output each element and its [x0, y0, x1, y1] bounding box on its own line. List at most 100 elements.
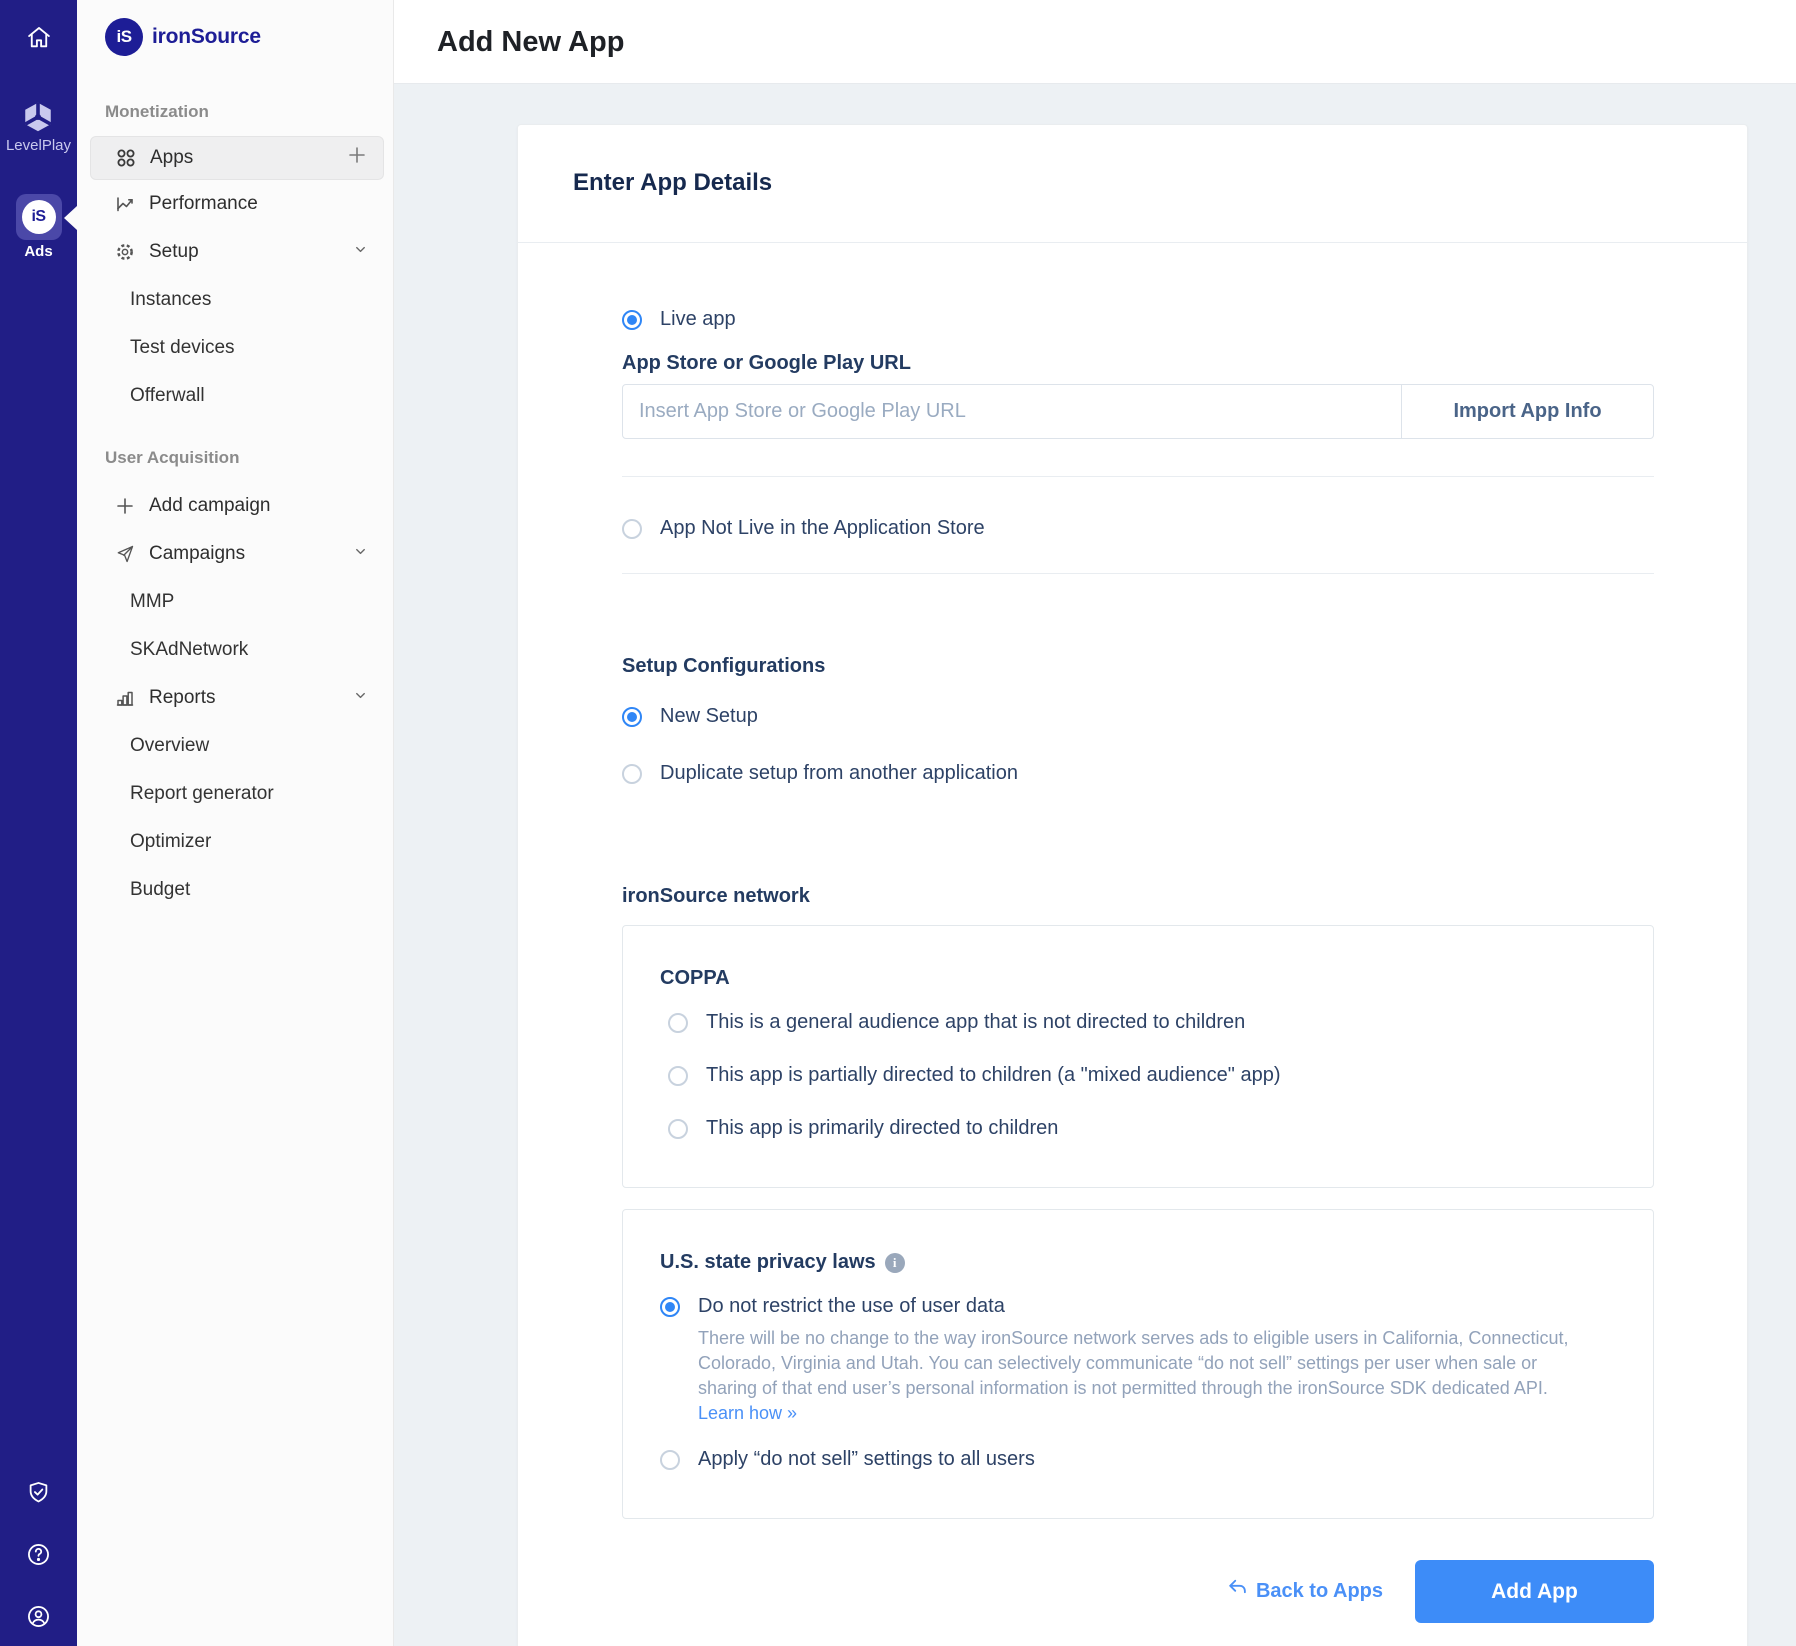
sidebar-item-report-generator[interactable]: Report generator: [77, 770, 393, 818]
rocket-icon: [115, 544, 135, 564]
coppa-option-label: This app is partially directed to childr…: [706, 1064, 1281, 1087]
page-title: Add New App: [394, 0, 1796, 84]
question-circle-icon: [25, 1541, 52, 1568]
sidebar-item-label: Budget: [130, 879, 190, 901]
sidebar-item-offerwall[interactable]: Offerwall: [77, 372, 393, 420]
radio-button-icon[interactable]: [660, 1450, 680, 1470]
coppa-mixed-audience-radio[interactable]: This app is partially directed to childr…: [660, 1064, 1593, 1087]
ironsource-logo: iS ironSource: [77, 0, 393, 56]
sidebar-item-label: Setup: [149, 241, 199, 263]
chevron-down-icon: [353, 687, 368, 709]
rail-home-button[interactable]: [25, 23, 53, 51]
radio-button-icon[interactable]: [622, 707, 642, 727]
radio-button-icon[interactable]: [668, 1013, 688, 1033]
app-not-live-label: App Not Live in the Application Store: [660, 517, 985, 540]
description-text: There will be no change to the way ironS…: [698, 1328, 1568, 1398]
learn-how-link[interactable]: Learn how »: [698, 1401, 797, 1426]
radio-button-icon[interactable]: [660, 1297, 680, 1317]
section-header-monetization: Monetization: [105, 102, 393, 122]
chevron-down-icon: [353, 543, 368, 565]
app-not-live-radio[interactable]: App Not Live in the Application Store: [622, 517, 1654, 540]
radio-button-icon[interactable]: [668, 1119, 688, 1139]
ironsource-network-title: ironSource network: [622, 885, 1654, 908]
sidebar-item-optimizer[interactable]: Optimizer: [77, 818, 393, 866]
sidebar-item-label: Overview: [130, 735, 209, 757]
sidebar-item-test-devices[interactable]: Test devices: [77, 324, 393, 372]
sidebar-item-skadnetwork[interactable]: SKAdNetwork: [77, 626, 393, 674]
sidebar-item-label: Optimizer: [130, 831, 211, 853]
sidebar-item-label: Add campaign: [149, 495, 270, 517]
enter-app-details-card: Enter App Details Live app App Store or …: [517, 124, 1748, 1646]
levelplay-cube-icon: [20, 99, 56, 135]
app-url-input[interactable]: [623, 385, 1401, 438]
radio-button-icon[interactable]: [622, 519, 642, 539]
setup-configurations-title: Setup Configurations: [622, 655, 1654, 678]
ads-tile: iS: [16, 194, 62, 240]
main-area: Add New App Enter App Details Live app A…: [394, 0, 1796, 1646]
page-header: Add New App: [394, 0, 1796, 84]
radio-button-icon[interactable]: [622, 764, 642, 784]
levelplay-label: LevelPlay: [6, 137, 71, 154]
rail-levelplay-button[interactable]: LevelPlay: [6, 99, 71, 154]
sidebar-item-add-campaign[interactable]: Add campaign: [77, 482, 393, 530]
duplicate-setup-radio[interactable]: Duplicate setup from another application: [622, 762, 1654, 785]
card-header: Enter App Details: [518, 125, 1747, 243]
sidebar-item-setup[interactable]: Setup: [77, 228, 393, 276]
ads-label: Ads: [24, 243, 52, 260]
sidebar-item-apps[interactable]: Apps: [90, 136, 384, 180]
rail-bottom-icons: [25, 1479, 52, 1646]
live-app-radio[interactable]: Live app: [622, 308, 1654, 331]
sidebar-item-label: Reports: [149, 687, 216, 709]
apply-do-not-sell-radio[interactable]: Apply “do not sell” settings to all user…: [660, 1448, 1593, 1471]
radio-button-icon[interactable]: [622, 310, 642, 330]
apps-grid-icon: [116, 148, 136, 168]
radio-button-icon[interactable]: [668, 1066, 688, 1086]
sidebar-item-mmp[interactable]: MMP: [77, 578, 393, 626]
do-not-restrict-radio[interactable]: Do not restrict the use of user data: [660, 1295, 1593, 1318]
chevron-down-icon: [353, 241, 368, 263]
ironsource-logo-text: ironSource: [152, 25, 261, 49]
new-setup-radio[interactable]: New Setup: [622, 705, 1654, 728]
add-app-button[interactable]: Add App: [1415, 1560, 1654, 1623]
sidebar-item-reports[interactable]: Reports: [77, 674, 393, 722]
live-app-label: Live app: [660, 308, 736, 331]
duplicate-setup-label: Duplicate setup from another application: [660, 762, 1018, 785]
sidebar-item-overview[interactable]: Overview: [77, 722, 393, 770]
import-app-info-button[interactable]: Import App Info: [1401, 385, 1653, 438]
coppa-children-directed-radio[interactable]: This app is primarily directed to childr…: [660, 1117, 1593, 1140]
content-area: Enter App Details Live app App Store or …: [394, 84, 1796, 1646]
rail-ads-button[interactable]: iS Ads: [16, 194, 62, 260]
sidebar-item-performance[interactable]: Performance: [77, 180, 393, 228]
sidebar-item-instances[interactable]: Instances: [77, 276, 393, 324]
app-root: LevelPlay iS Ads: [0, 0, 1796, 1646]
rail-security-button[interactable]: [25, 1479, 52, 1506]
sidebar-item-label: Instances: [130, 289, 211, 311]
sidebar-item-label: SKAdNetwork: [130, 639, 248, 661]
rail-profile-button[interactable]: [25, 1603, 52, 1630]
coppa-option-label: This is a general audience app that is n…: [706, 1011, 1245, 1034]
new-setup-label: New Setup: [660, 705, 758, 728]
coppa-option-label: This app is primarily directed to childr…: [706, 1117, 1058, 1140]
coppa-title: COPPA: [660, 967, 1593, 990]
sidebar-item-label: Apps: [150, 147, 193, 169]
apply-do-not-sell-label: Apply “do not sell” settings to all user…: [698, 1448, 1035, 1471]
coppa-general-audience-radio[interactable]: This is a general audience app that is n…: [660, 1011, 1593, 1034]
sidebar-item-label: MMP: [130, 591, 174, 613]
do-not-restrict-description: There will be no change to the way ironS…: [698, 1326, 1583, 1426]
coppa-box: COPPA This is a general audience app tha…: [622, 925, 1654, 1188]
back-to-apps-link[interactable]: Back to Apps: [1227, 1578, 1383, 1606]
home-icon: [25, 23, 53, 51]
shield-check-icon: [25, 1479, 52, 1506]
ironsource-monogram-icon: iS: [22, 200, 56, 234]
sidebar-item-budget[interactable]: Budget: [77, 866, 393, 914]
gear-icon: [115, 242, 135, 262]
sidebar: iS ironSource Monetization Apps: [77, 0, 394, 1646]
rail-help-button[interactable]: [25, 1541, 52, 1568]
form-footer: Back to Apps Add App: [622, 1560, 1654, 1623]
info-icon[interactable]: i: [885, 1253, 905, 1273]
add-app-plus-icon[interactable]: [347, 145, 367, 171]
do-not-restrict-label: Do not restrict the use of user data: [698, 1295, 1005, 1318]
ironsource-logo-icon: iS: [105, 18, 143, 56]
url-field-label: App Store or Google Play URL: [622, 352, 1654, 375]
sidebar-item-campaigns[interactable]: Campaigns: [77, 530, 393, 578]
